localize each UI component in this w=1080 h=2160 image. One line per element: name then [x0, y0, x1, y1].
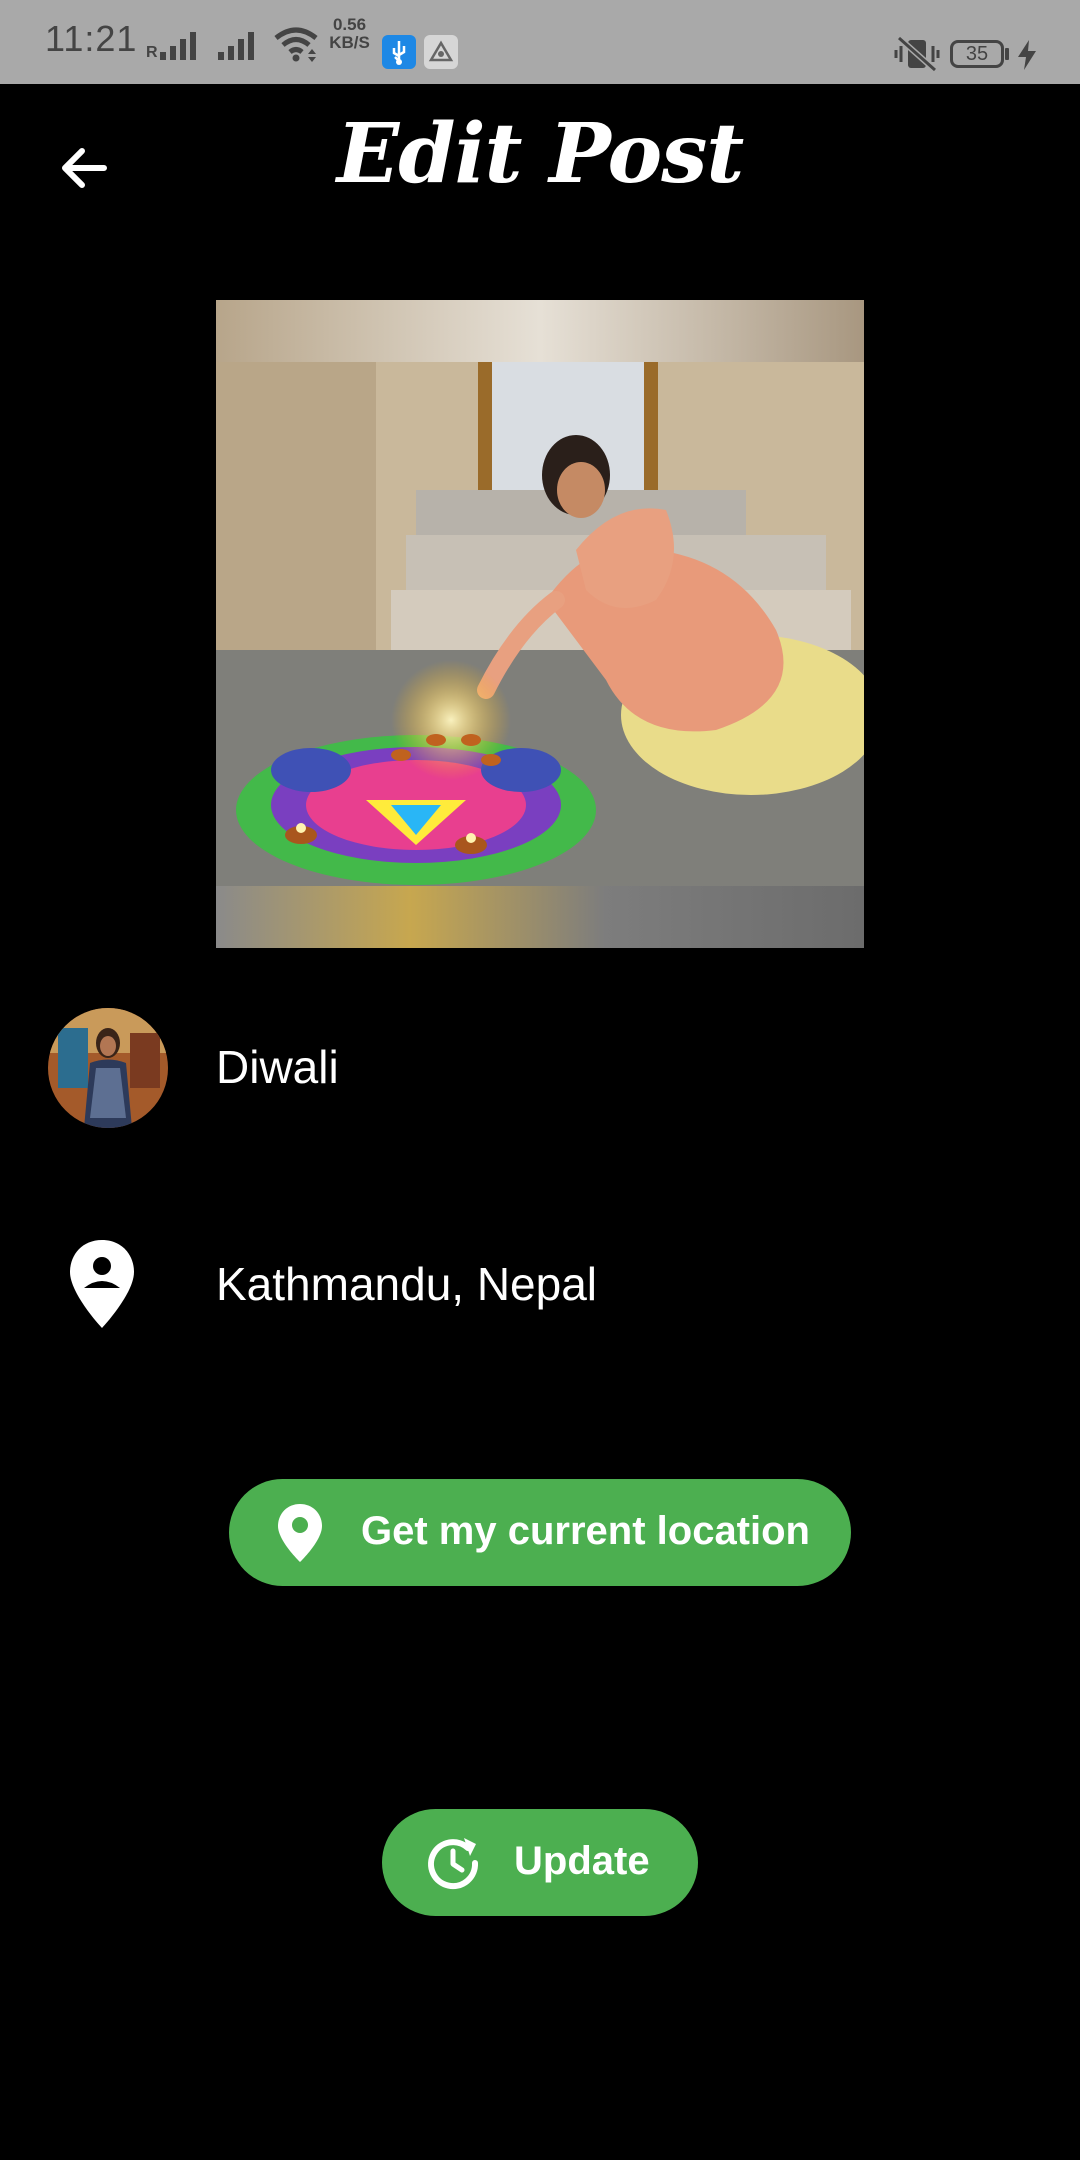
signal-icon: R [146, 24, 208, 66]
update-label: Update [514, 1839, 650, 1883]
location-pin-icon [277, 1503, 323, 1568]
post-image[interactable] [216, 300, 864, 948]
charging-icon [1016, 40, 1038, 75]
post-caption[interactable]: Diwali [216, 1040, 339, 1094]
network-speed: 0.56 KB/S [327, 16, 372, 52]
signal-icon [216, 24, 266, 66]
page-title: Edit Post [336, 106, 745, 202]
network-speed-unit: KB/S [329, 33, 370, 52]
vibrate-icon [893, 34, 941, 79]
status-bar: 11:21 R 0.56 KB/S 35 [0, 0, 1080, 84]
location-pin-icon [66, 1238, 138, 1330]
post-location[interactable]: Kathmandu, Nepal [216, 1257, 597, 1311]
get-current-location-button[interactable]: Get my current location [229, 1479, 851, 1586]
network-speed-value: 0.56 [332, 15, 367, 34]
app-icon [424, 35, 458, 69]
update-button[interactable]: Update [382, 1809, 698, 1916]
edit-post-screen: 11:21 R 0.56 KB/S 35 Edit Post Diwali Ka… [0, 0, 1080, 2160]
avatar [48, 1008, 168, 1128]
update-icon [424, 1834, 482, 1897]
battery-cap [1005, 48, 1009, 60]
post-photo [216, 300, 864, 948]
get-current-location-label: Get my current location [361, 1509, 810, 1553]
battery-icon: 35 [950, 40, 1004, 68]
usb-icon [382, 35, 416, 69]
wifi-icon [272, 24, 320, 66]
battery-level: 35 [965, 43, 989, 65]
status-time: 11:21 [45, 18, 138, 59]
